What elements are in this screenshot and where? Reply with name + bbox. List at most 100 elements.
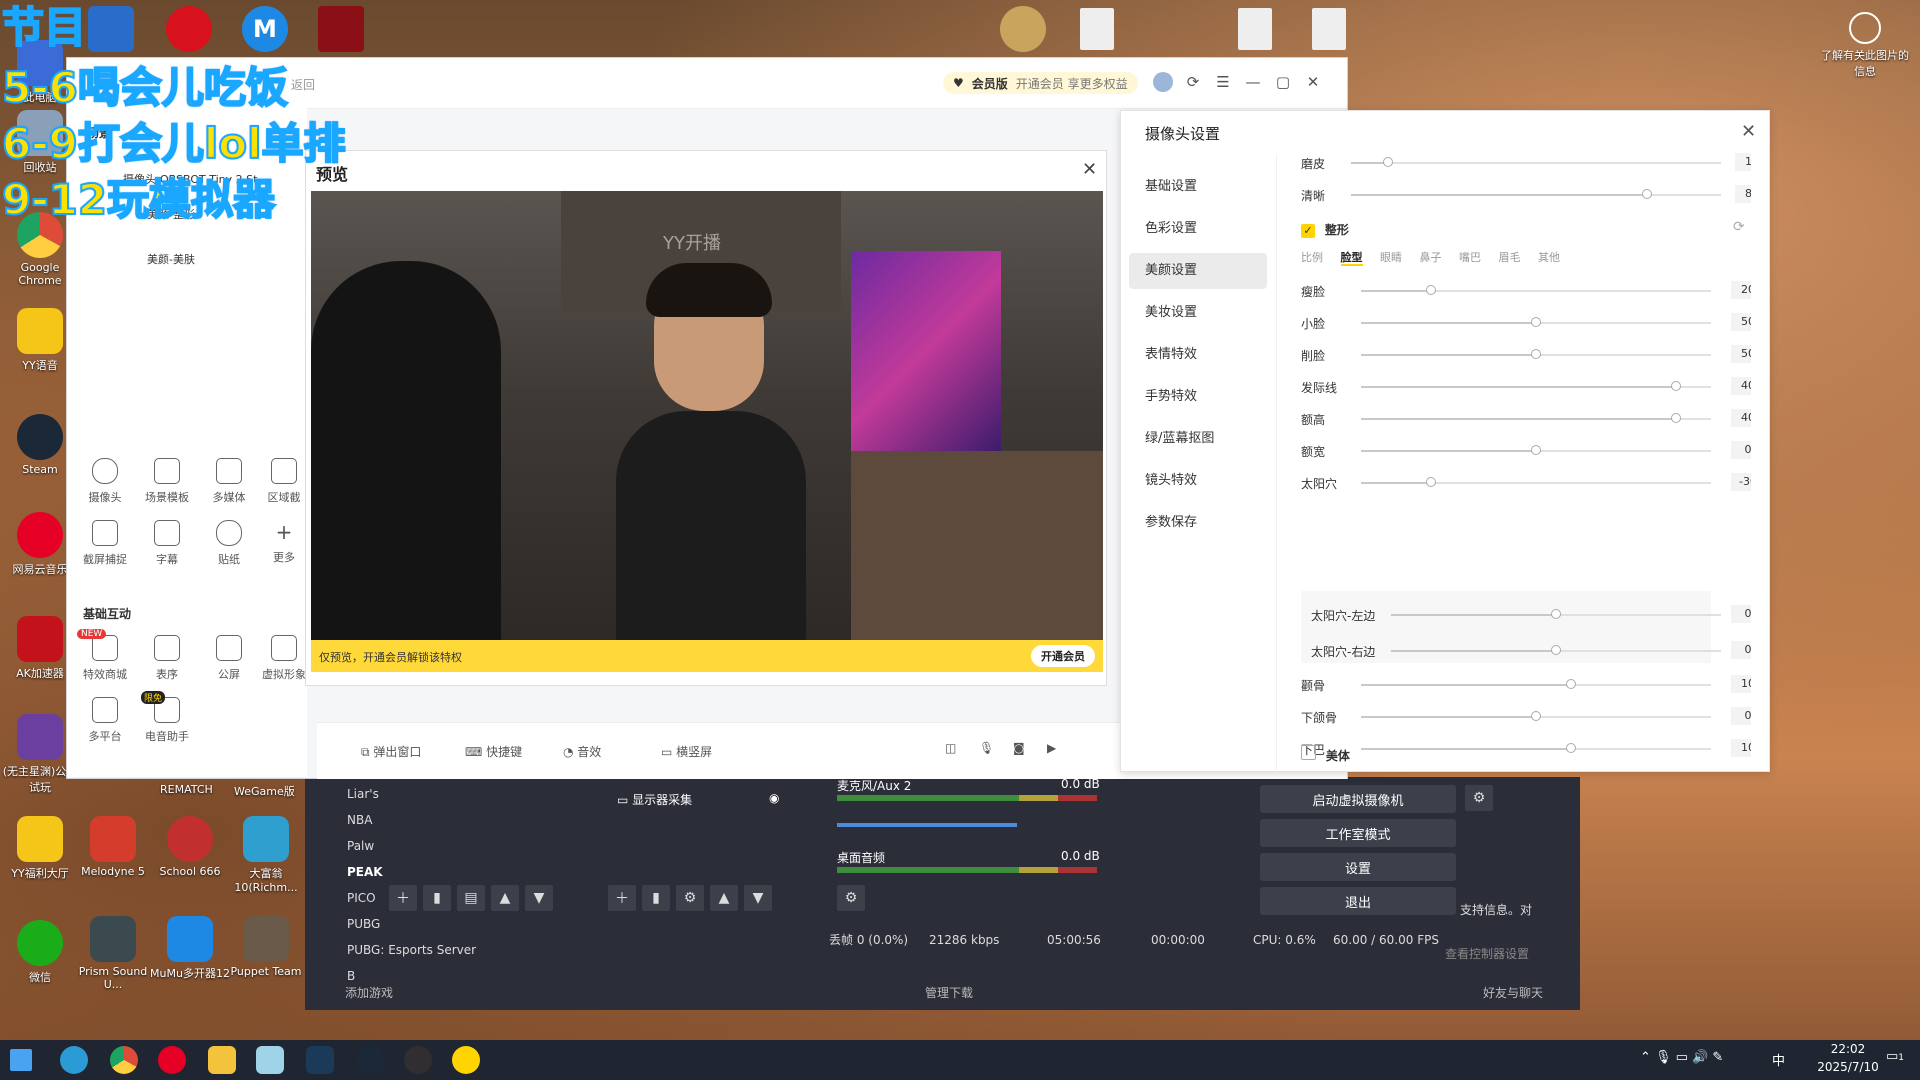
shortcut-button[interactable]: ⌨ 快捷键 bbox=[465, 743, 522, 760]
slider-track[interactable] bbox=[1391, 609, 1721, 619]
tab-face-shape[interactable]: 脸型 bbox=[1340, 251, 1363, 266]
clock-date[interactable]: 2025/7/10 bbox=[1808, 1060, 1888, 1074]
edge-icon[interactable] bbox=[60, 1046, 88, 1074]
slider-value[interactable]: 80 bbox=[1735, 185, 1751, 203]
slider-track[interactable] bbox=[1361, 743, 1711, 753]
vip-banner[interactable]: ♥ 会员版 开通会员 享更多权益 bbox=[943, 72, 1138, 94]
slider-knob[interactable] bbox=[1383, 157, 1393, 167]
add-game-link[interactable]: 添加游戏 bbox=[345, 984, 393, 1001]
tab-mouth[interactable]: 嘴巴 bbox=[1459, 251, 1481, 264]
slider-track[interactable] bbox=[1361, 711, 1711, 721]
slider-knob[interactable] bbox=[1531, 349, 1541, 359]
slider-value[interactable]: 50 bbox=[1731, 313, 1751, 331]
checkbox-unchecked-icon[interactable] bbox=[1301, 745, 1316, 760]
slider-clarity[interactable]: 清晰 80 bbox=[1301, 183, 1751, 207]
slider-track[interactable] bbox=[1391, 645, 1721, 655]
nav-gesture[interactable]: 手势特效 bbox=[1129, 379, 1267, 415]
slider-row[interactable]: 小脸 50 bbox=[1301, 311, 1751, 335]
remove-scene-button[interactable]: ▮ bbox=[423, 885, 451, 911]
tab-nose[interactable]: 鼻子 bbox=[1420, 251, 1442, 264]
mixer-settings-button[interactable]: ⚙ bbox=[837, 885, 865, 911]
mic-icon[interactable]: 🎙 bbox=[979, 741, 994, 755]
slider-knob[interactable] bbox=[1642, 189, 1652, 199]
slider-knob[interactable] bbox=[1531, 317, 1541, 327]
red-game-icon[interactable] bbox=[318, 6, 364, 52]
tool-camera[interactable]: 摄像头 bbox=[75, 458, 135, 505]
clock-time[interactable]: 22:02 bbox=[1818, 1042, 1878, 1056]
eye-icon[interactable]: ◉ bbox=[769, 791, 779, 805]
lol-icon[interactable] bbox=[1000, 6, 1046, 52]
friends-chat-link[interactable]: 好友与聊天 bbox=[1483, 984, 1543, 1001]
source-beauty-skin[interactable]: 美颜-美肤 bbox=[147, 251, 195, 267]
studio-mode-button[interactable]: 工作室模式 bbox=[1260, 819, 1456, 847]
slider-track[interactable] bbox=[1361, 679, 1711, 689]
video-icon[interactable]: ▶ bbox=[1047, 741, 1056, 755]
tool-multi-platform[interactable]: 多平台 bbox=[75, 697, 135, 744]
yy-live-icon[interactable] bbox=[452, 1046, 480, 1074]
tool-audio-assist[interactable]: 电音助手 限免 bbox=[137, 691, 197, 744]
tool-public-chat[interactable]: 公屏 bbox=[199, 635, 259, 682]
source-item[interactable]: ▭ 显示器采集 ◉ bbox=[617, 791, 797, 813]
notification-icon[interactable]: ▭1 bbox=[1886, 1049, 1904, 1064]
nav-beauty[interactable]: 美颜设置 bbox=[1129, 253, 1267, 289]
tool-scene-template[interactable]: 场景模板 bbox=[137, 458, 197, 505]
desktop-icon-info[interactable]: 了解有关此图片的信息 bbox=[1820, 12, 1910, 79]
slider-value[interactable]: 10 bbox=[1735, 153, 1751, 171]
slider-row[interactable]: 额宽 0 bbox=[1301, 439, 1751, 463]
layout-icon[interactable]: ◫ bbox=[945, 741, 956, 755]
close-icon[interactable]: ✕ bbox=[1303, 72, 1323, 92]
settings-button[interactable]: 设置 bbox=[1260, 853, 1456, 881]
slider-row[interactable]: 瘦脸 20 bbox=[1301, 279, 1751, 303]
slider-value[interactable]: 0 bbox=[1731, 605, 1751, 623]
slider-knob[interactable] bbox=[1426, 285, 1436, 295]
scene-down-button[interactable]: ▼ bbox=[525, 885, 553, 911]
slider-track[interactable] bbox=[1361, 477, 1711, 487]
document-icon[interactable] bbox=[1238, 8, 1272, 50]
slider-value[interactable]: 0 bbox=[1731, 707, 1751, 725]
start-virtual-camera-button[interactable]: 启动虚拟摄像机 bbox=[1260, 785, 1456, 813]
tool-screenshot[interactable]: 截屏捕捉 bbox=[75, 520, 135, 567]
ime-indicator[interactable]: 中 bbox=[1772, 1050, 1785, 1069]
slider-knob[interactable] bbox=[1671, 413, 1681, 423]
nav-color[interactable]: 色彩设置 bbox=[1129, 211, 1267, 247]
slider-knob[interactable] bbox=[1566, 743, 1576, 753]
tool-avatar[interactable]: 虚拟形象 bbox=[261, 635, 307, 682]
desktop-icon-puppet[interactable]: Puppet Team bbox=[226, 916, 306, 978]
slider-smooth[interactable]: 磨皮 10 bbox=[1301, 151, 1751, 175]
nav-save-params[interactable]: 参数保存 bbox=[1129, 505, 1267, 541]
nav-basic[interactable]: 基础设置 bbox=[1129, 169, 1267, 205]
sound-effect-button[interactable]: ◔ 音效 bbox=[563, 743, 601, 760]
tool-list[interactable]: 表序 bbox=[137, 635, 197, 682]
slider-knob[interactable] bbox=[1426, 477, 1436, 487]
tab-ratio[interactable]: 比例 bbox=[1301, 251, 1323, 264]
esports-icon[interactable] bbox=[166, 6, 212, 52]
slider-row[interactable]: 削脸 50 bbox=[1301, 343, 1751, 367]
checkbox-checked-icon[interactable]: ✓ bbox=[1301, 224, 1315, 238]
slider-value[interactable]: 0 bbox=[1731, 441, 1751, 459]
nav-makeup[interactable]: 美妆设置 bbox=[1129, 295, 1267, 331]
nav-expression[interactable]: 表情特效 bbox=[1129, 337, 1267, 373]
camera-settings-close-icon[interactable]: ✕ bbox=[1741, 121, 1756, 142]
slider-row[interactable]: 颧骨 10 bbox=[1301, 673, 1751, 697]
avatar[interactable] bbox=[1153, 72, 1173, 92]
slider-track[interactable] bbox=[1351, 157, 1721, 167]
preview-close-icon[interactable]: ✕ bbox=[1082, 159, 1097, 180]
document-icon[interactable] bbox=[1312, 8, 1346, 50]
game-item[interactable]: PEAK bbox=[325, 859, 485, 885]
tool-effects-shop[interactable]: 特效商城 NEW bbox=[75, 629, 135, 682]
game-item[interactable]: Liar's bbox=[325, 781, 485, 807]
back-link[interactable]: 返回 bbox=[291, 76, 315, 93]
virtual-camera-settings-button[interactable]: ⚙ bbox=[1465, 785, 1493, 811]
slider-row[interactable]: 下巴10 bbox=[1301, 737, 1751, 761]
tool-sticker[interactable]: 贴纸 bbox=[199, 520, 259, 567]
folder-icon[interactable] bbox=[208, 1046, 236, 1074]
slider-track[interactable] bbox=[1361, 349, 1711, 359]
slider-value[interactable]: 40 bbox=[1731, 409, 1751, 427]
game-item[interactable]: PUBG bbox=[325, 911, 485, 937]
slider-track[interactable] bbox=[1361, 413, 1711, 423]
tool-media[interactable]: 多媒体 bbox=[199, 458, 259, 505]
desktop-icon-school[interactable]: School 666 bbox=[150, 816, 230, 878]
slider-row[interactable]: 太阳穴-右边 0 bbox=[1311, 639, 1751, 663]
csgo-icon[interactable] bbox=[88, 6, 134, 52]
slider-track[interactable] bbox=[1361, 317, 1711, 327]
